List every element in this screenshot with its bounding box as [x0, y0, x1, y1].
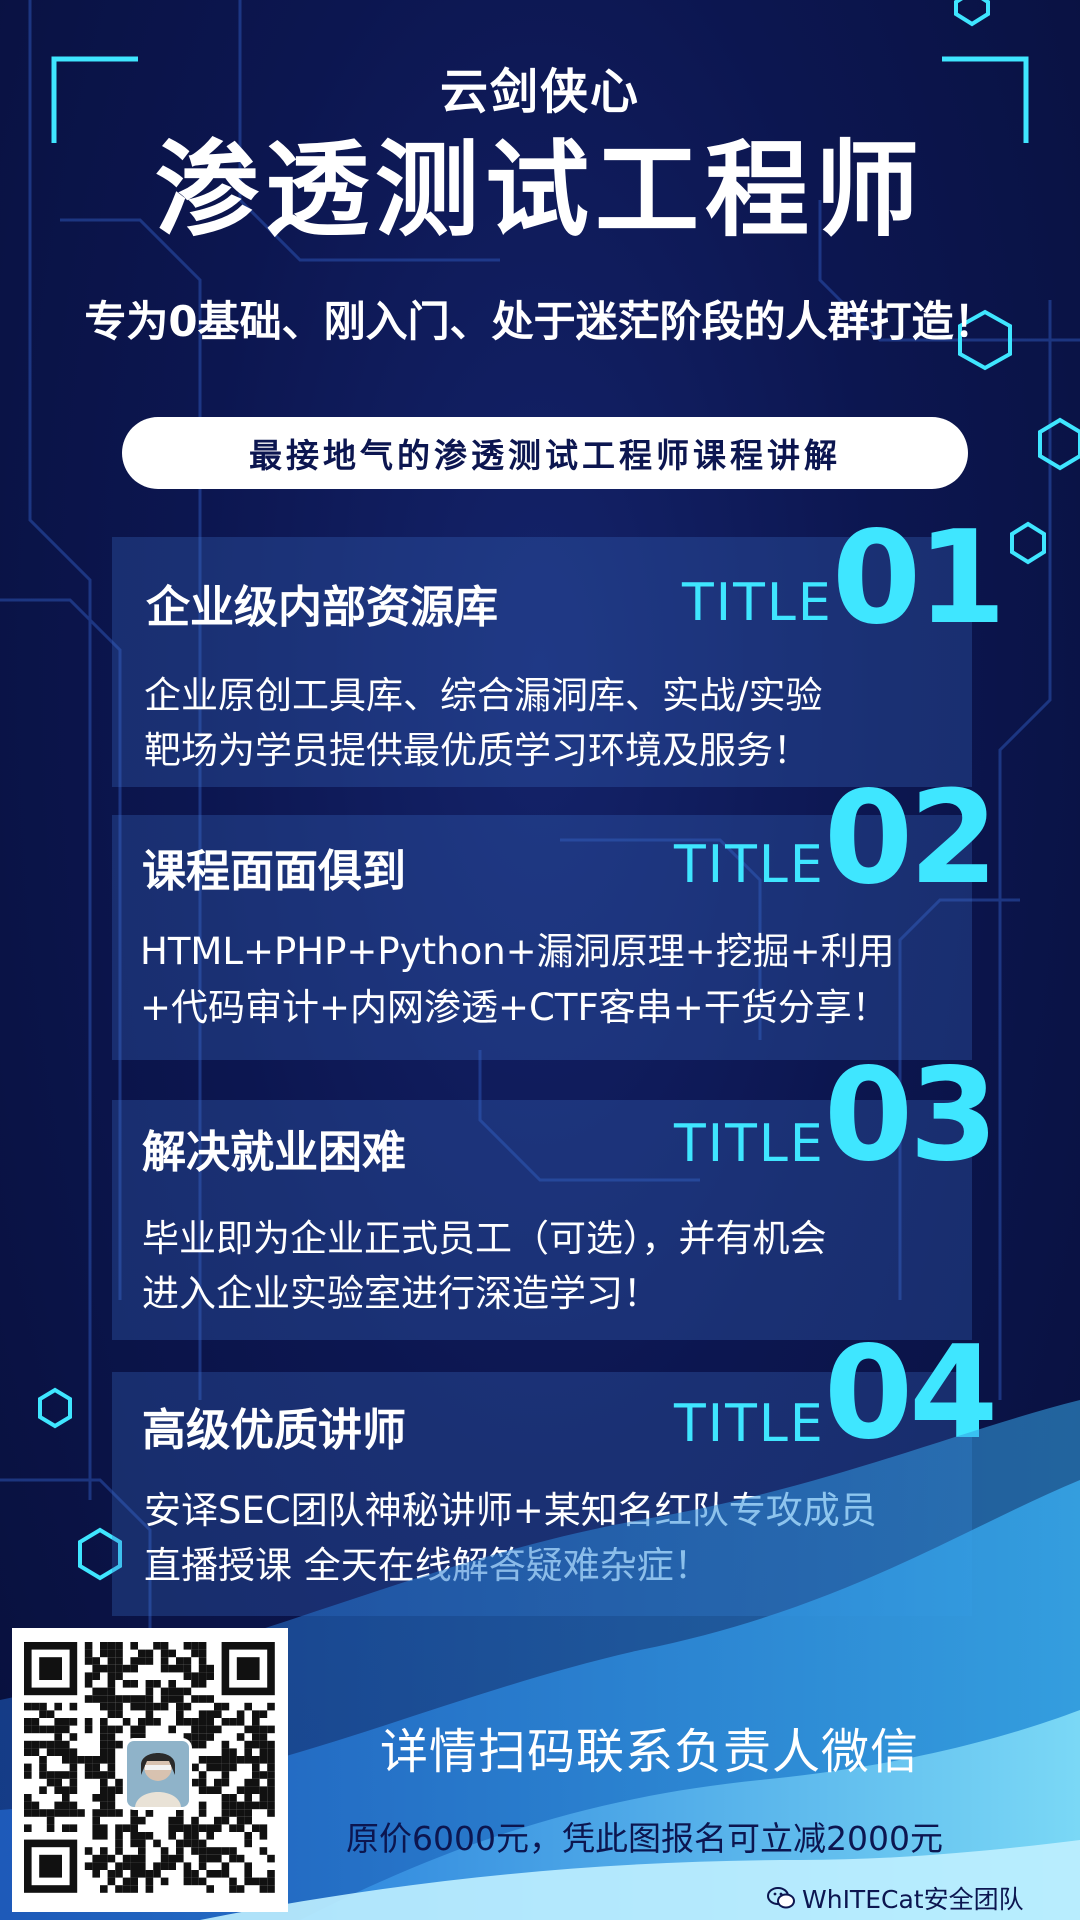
- watermark-text: WhITECat安全团队: [802, 1885, 1024, 1914]
- qr-code[interactable]: [12, 1628, 288, 1912]
- avatar: [124, 1738, 192, 1810]
- offer-text: 原价6000元，凭此图报名可立减2000元: [346, 1819, 943, 1858]
- wechat-icon: [767, 1887, 795, 1909]
- watermark: WhITECat安全团队: [766, 1880, 1024, 1916]
- contact-text: 详情扫码联系负责人微信: [380, 1724, 920, 1780]
